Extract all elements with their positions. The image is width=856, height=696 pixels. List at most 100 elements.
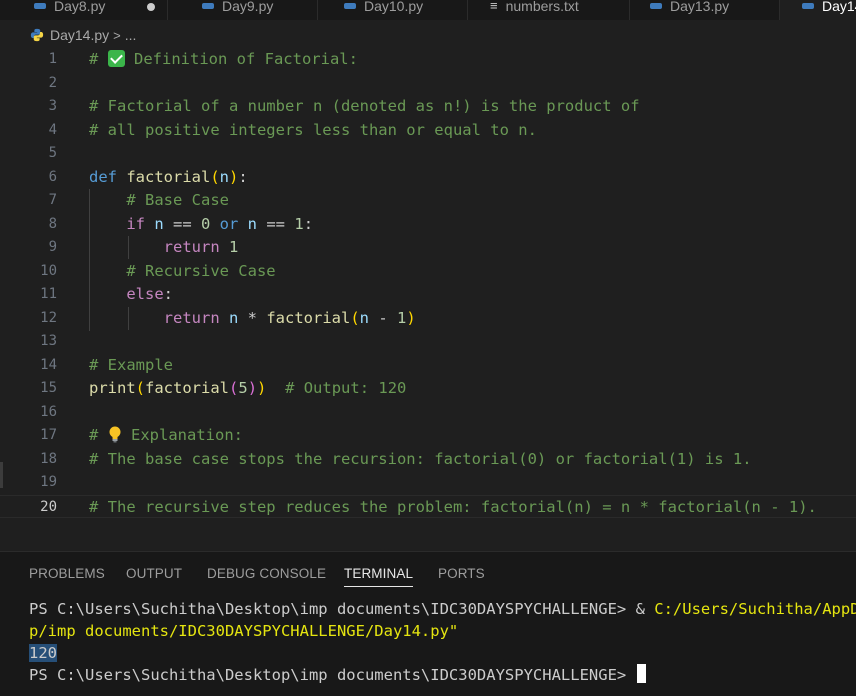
- python-file-icon: [34, 2, 46, 9]
- code-line[interactable]: 4 # all positive integers less than or eq…: [0, 119, 856, 143]
- tab-terminal[interactable]: TERMINAL: [344, 566, 414, 587]
- code-token: ): [247, 379, 258, 397]
- tab-day13[interactable]: Day13.py: [630, 0, 780, 20]
- line-number: 8: [48, 215, 57, 232]
- code-token: if: [126, 214, 155, 233]
- tab-label: Day13.py: [670, 0, 730, 14]
- python-file-icon: [344, 2, 356, 9]
- code-token: Explanation:: [121, 426, 243, 444]
- code-line[interactable]: 8 if n == 0 or n == 1:: [0, 213, 856, 237]
- terminal-line[interactable]: PS C:\Users\Suchitha\Desktop\imp documen…: [29, 598, 856, 620]
- editor-gutter-marker: [0, 462, 3, 488]
- line-number: 1: [48, 51, 57, 67]
- code-token: ==: [257, 214, 295, 233]
- line-number: 3: [48, 98, 57, 114]
- code-token: return: [163, 238, 229, 256]
- code-text: # Example: [89, 354, 173, 378]
- line-number: 4: [48, 121, 57, 138]
- terminal-line[interactable]: PS C:\Users\Suchitha\Desktop\imp documen…: [29, 664, 646, 686]
- tab-problems[interactable]: PROBLEMS: [29, 566, 105, 581]
- unsaved-dot-icon[interactable]: [147, 3, 155, 11]
- tab-day10[interactable]: Day10.py: [318, 0, 468, 20]
- code-token: else: [126, 285, 164, 303]
- code-token: # Output: 120: [285, 379, 407, 397]
- tab-output[interactable]: OUTPUT: [126, 566, 182, 581]
- code-line[interactable]: 10 # Recursive Case: [0, 260, 856, 284]
- code-editor[interactable]: 1 # Definition of Factorial: 2 3 # Factorial…: [0, 48, 856, 538]
- code-token: (: [210, 167, 220, 186]
- terminal-command: &: [635, 600, 655, 618]
- breadcrumb-file[interactable]: Day14.py: [50, 27, 109, 43]
- code-text: print(factorial(5)) # Output: 120: [89, 377, 406, 401]
- code-line[interactable]: 18 # The base case stops the recursion: f…: [0, 448, 856, 472]
- code-text: else:: [89, 283, 173, 307]
- code-token: print: [89, 379, 136, 397]
- code-token: (: [229, 379, 239, 397]
- code-line[interactable]: 19: [0, 471, 856, 495]
- code-token: ): [257, 379, 267, 397]
- code-text: # Explanation:: [89, 424, 243, 448]
- breadcrumb-separator: >: [113, 27, 121, 43]
- code-line[interactable]: 3 # Factorial of a number n (denoted as n…: [0, 95, 856, 119]
- code-line[interactable]: 7 # Base Case: [0, 189, 856, 213]
- tab-ports[interactable]: PORTS: [438, 566, 485, 581]
- python-file-icon: [30, 28, 44, 42]
- code-text: # Recursive Case: [89, 260, 276, 284]
- code-line[interactable]: 14 # Example: [0, 354, 856, 378]
- line-number: 16: [40, 403, 57, 420]
- tab-day9[interactable]: Day9.py: [168, 0, 318, 20]
- tab-label: Day9.py: [222, 0, 274, 14]
- code-line[interactable]: 16: [0, 401, 856, 425]
- code-line[interactable]: 2: [0, 72, 856, 96]
- tab-label: Day10.py: [364, 0, 424, 14]
- code-text: if n == 0 or n == 1:: [89, 213, 313, 237]
- code-token: *: [238, 308, 267, 327]
- python-file-icon: [650, 2, 662, 9]
- code-token: # Base Case: [126, 191, 229, 209]
- code-token: n: [219, 167, 230, 186]
- tab-day8[interactable]: Day8.py: [0, 0, 168, 20]
- code-token: factorial: [145, 379, 230, 397]
- line-number: 13: [40, 333, 57, 349]
- code-line[interactable]: 17 # Explanation:: [0, 424, 856, 448]
- code-token: # Factorial of a number n (denoted as n!…: [89, 97, 640, 115]
- code-line[interactable]: 1 # Definition of Factorial:: [0, 48, 856, 72]
- tab-day14[interactable]: Day14.py: [780, 0, 856, 20]
- code-line[interactable]: 5: [0, 142, 856, 166]
- code-token: ): [406, 308, 416, 327]
- code-token: :: [163, 285, 173, 303]
- terminal-line[interactable]: 120: [29, 642, 57, 664]
- code-text: # The recursive step reduces the problem…: [89, 496, 817, 520]
- line-number: 14: [40, 356, 57, 373]
- code-line[interactable]: 12 return n * factorial(n - 1): [0, 307, 856, 331]
- code-line[interactable]: 13: [0, 330, 856, 354]
- code-token: n: [359, 308, 370, 327]
- code-token: Definition of Factorial:: [124, 50, 358, 68]
- bottom-panel: PROBLEMS OUTPUT DEBUG CONSOLE TERMINAL P…: [0, 551, 856, 696]
- line-number: 11: [40, 286, 57, 302]
- code-token: 1: [397, 308, 407, 327]
- code-token: (: [135, 379, 146, 397]
- tab-debug-console[interactable]: DEBUG CONSOLE: [207, 566, 326, 581]
- tab-numbers-txt[interactable]: ≡ numbers.txt: [468, 0, 630, 20]
- code-line[interactable]: 20 # The recursive step reduces the probl…: [0, 494, 856, 520]
- code-token: return: [163, 308, 229, 327]
- breadcrumb-symbol[interactable]: ...: [125, 27, 137, 43]
- line-number: 2: [48, 74, 57, 91]
- code-line[interactable]: 6 def factorial(n):: [0, 166, 856, 190]
- code-line[interactable]: 15 print(factorial(5)) # Output: 120: [0, 377, 856, 401]
- code-text: def factorial(n):: [89, 166, 248, 190]
- python-file-icon: [202, 2, 214, 9]
- terminal-command-path: C:/Users/Suchitha/AppData: [654, 600, 856, 618]
- code-token: 0: [201, 214, 211, 233]
- code-token: n: [247, 214, 258, 233]
- code-text: # all positive integers less than or equ…: [89, 119, 537, 143]
- code-line[interactable]: 9 return 1: [0, 236, 856, 260]
- terminal-line[interactable]: p/imp documents/IDC30DAYSPYCHALLENGE/Day…: [29, 620, 458, 642]
- code-token: # Recursive Case: [126, 261, 276, 280]
- tab-label: numbers.txt: [505, 0, 579, 14]
- code-line[interactable]: 11 else:: [0, 283, 856, 307]
- code-token: 5: [238, 379, 248, 397]
